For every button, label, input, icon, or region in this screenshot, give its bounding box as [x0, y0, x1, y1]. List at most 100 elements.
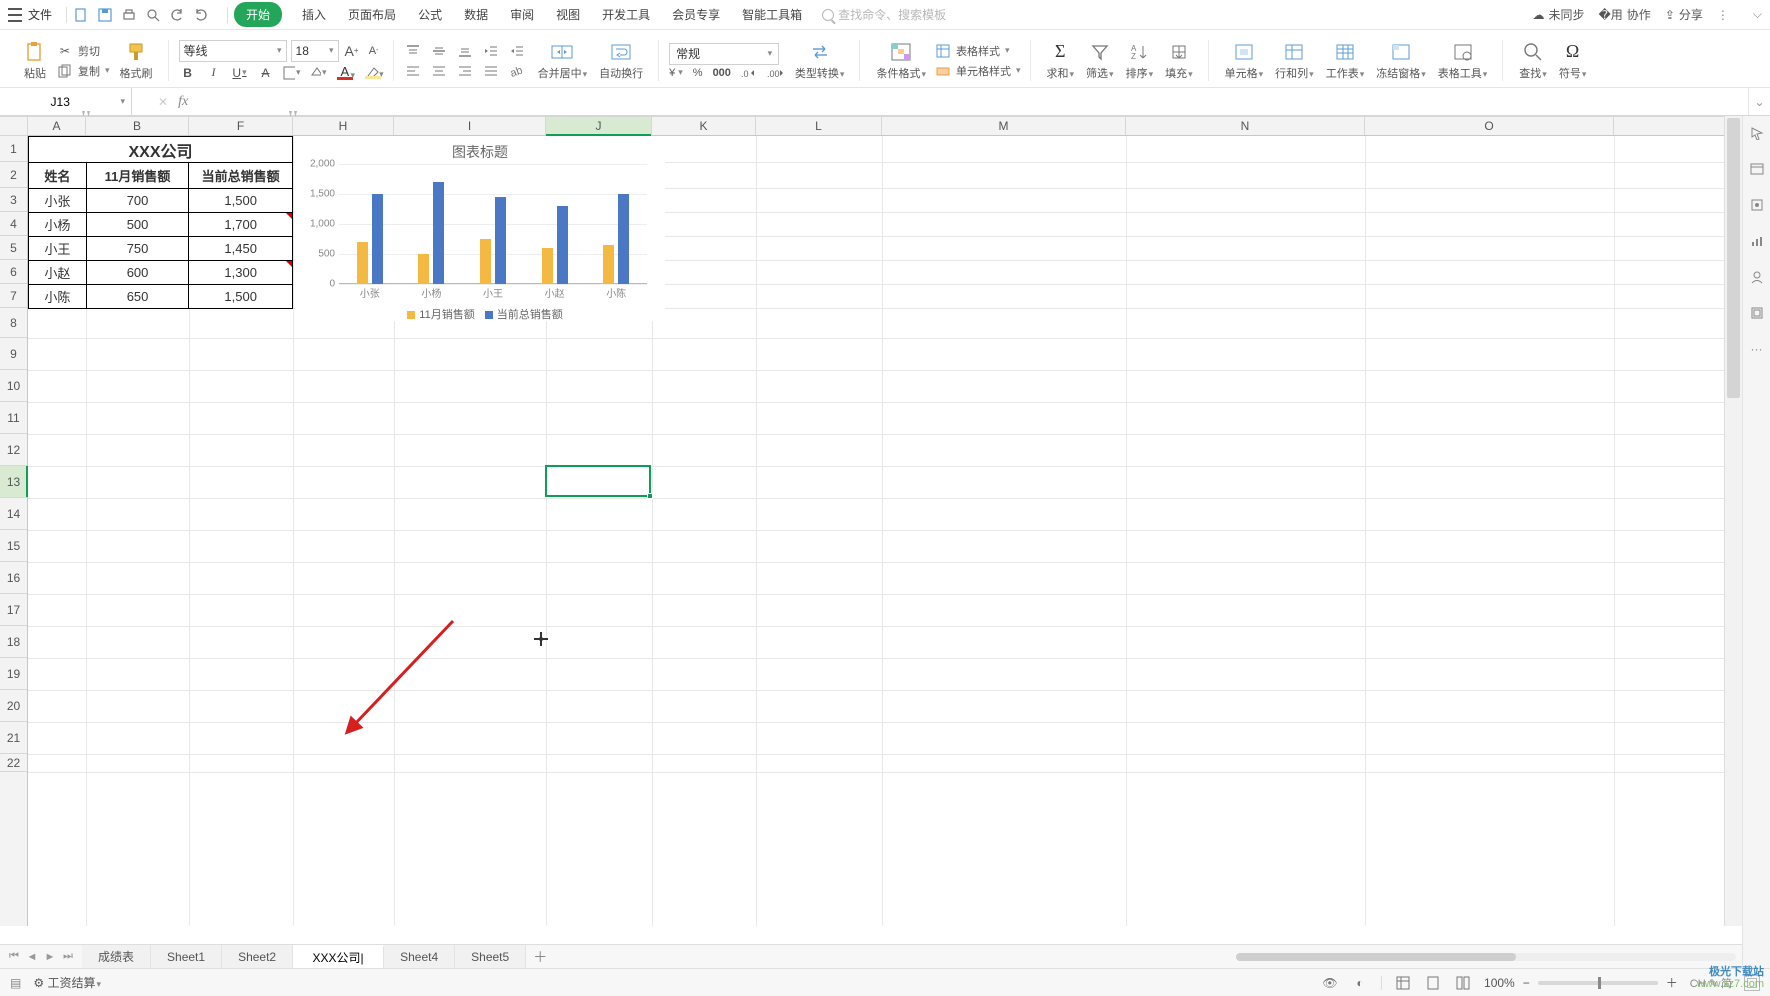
sheet-tab-5[interactable]: Sheet5: [455, 945, 526, 968]
rowcol-button[interactable]: 行和列▾: [1269, 39, 1320, 83]
ribbon-tab-9[interactable]: 智能工具箱: [740, 2, 804, 27]
file-menu[interactable]: 文件: [28, 6, 52, 23]
row-header-21[interactable]: 21: [0, 722, 27, 754]
save-icon[interactable]: [97, 7, 113, 23]
align-right-icon[interactable]: [456, 62, 474, 80]
col-header-F[interactable]: F: [189, 117, 293, 135]
ribbon-tab-0[interactable]: 开始: [234, 2, 282, 27]
underline-icon[interactable]: U▾: [231, 64, 249, 82]
print-preview-icon[interactable]: [145, 7, 161, 23]
ribbon-tab-8[interactable]: 会员专享: [670, 2, 722, 27]
row-header-2[interactable]: 2: [0, 162, 27, 188]
row-header-5[interactable]: 5: [0, 236, 27, 260]
col-header-L[interactable]: L: [756, 117, 882, 135]
col-header-O[interactable]: O: [1365, 117, 1614, 135]
increase-font-icon[interactable]: A+: [343, 42, 361, 60]
vscroll-thumb[interactable]: [1727, 118, 1740, 398]
italic-icon[interactable]: I: [205, 64, 223, 82]
row-header-22[interactable]: 22: [0, 754, 27, 772]
horizontal-scrollbar[interactable]: [554, 945, 1742, 968]
row-header-3[interactable]: 3: [0, 188, 27, 212]
comment-indicator-icon[interactable]: [286, 213, 292, 219]
normal-view-icon[interactable]: [1394, 974, 1412, 992]
freeze-button[interactable]: 冻结窗格▾: [1370, 39, 1432, 83]
row-header-17[interactable]: 17: [0, 594, 27, 626]
row-header-11[interactable]: 11: [0, 402, 27, 434]
sort-button[interactable]: AZ排序▾: [1120, 39, 1160, 83]
col-header-N[interactable]: N: [1126, 117, 1365, 135]
zoom-control[interactable]: 100% − ＋: [1484, 974, 1678, 991]
dark-mode-icon[interactable]: ◐: [1351, 974, 1369, 992]
align-center-icon[interactable]: [430, 62, 448, 80]
font-name-select[interactable]: 等线▾: [179, 40, 287, 62]
increase-indent-icon[interactable]: [508, 42, 526, 60]
align-left-icon[interactable]: [404, 62, 422, 80]
zoom-out-icon[interactable]: −: [1523, 976, 1530, 990]
row-header-18[interactable]: 18: [0, 626, 27, 658]
strikethrough-icon[interactable]: A: [257, 64, 275, 82]
chart-panel-icon[interactable]: [1748, 232, 1766, 250]
row-header-4[interactable]: 4: [0, 212, 27, 236]
search-panel-icon[interactable]: [1748, 160, 1766, 178]
align-top-icon[interactable]: [404, 42, 422, 60]
more-icon[interactable]: ⋮: [1717, 8, 1729, 22]
hscroll-thumb[interactable]: [1236, 953, 1516, 961]
active-cell-selection[interactable]: [545, 465, 651, 497]
decrease-font-icon[interactable]: A-: [365, 42, 383, 60]
row-header-12[interactable]: 12: [0, 434, 27, 466]
select-all-corner[interactable]: [0, 116, 28, 136]
sheet-tab-2[interactable]: Sheet2: [222, 945, 293, 968]
align-middle-icon[interactable]: [430, 42, 448, 60]
ribbon-tab-3[interactable]: 公式: [416, 2, 444, 27]
ribbon-tab-6[interactable]: 视图: [554, 2, 582, 27]
name-box-dropdown-icon[interactable]: ▾: [120, 96, 125, 107]
coop-button[interactable]: �用 协作: [1598, 6, 1650, 23]
col-header-M[interactable]: M: [882, 117, 1126, 135]
ribbon-tab-5[interactable]: 审阅: [508, 2, 536, 27]
row-header-16[interactable]: 16: [0, 562, 27, 594]
decrease-indent-icon[interactable]: [482, 42, 500, 60]
cell-button[interactable]: 单元格▾: [1219, 39, 1270, 83]
zoom-slider[interactable]: [1538, 981, 1658, 985]
name-box[interactable]: ▾: [0, 88, 132, 115]
review-panel-icon[interactable]: [1748, 268, 1766, 286]
format-painter-button[interactable]: 格式刷: [114, 39, 159, 83]
border-icon[interactable]: ▾: [283, 64, 301, 82]
pagebreak-view-icon[interactable]: [1454, 974, 1472, 992]
menu-icon[interactable]: [8, 8, 22, 22]
conditional-format-button[interactable]: 条件格式▾: [870, 39, 932, 83]
increase-decimal-icon[interactable]: .0: [741, 67, 757, 79]
sheet-first-icon[interactable]: ⏮: [6, 950, 22, 963]
vertical-scrollbar[interactable]: [1724, 116, 1742, 926]
sync-status[interactable]: ☁ 未同步: [1532, 6, 1584, 23]
column-headers[interactable]: ABFHIJKLMNO: [28, 116, 1770, 136]
table-style-button[interactable]: 表格样式▾: [934, 42, 1021, 60]
sheet-tab-0[interactable]: 成绩表: [82, 945, 151, 968]
align-bottom-icon[interactable]: [456, 42, 474, 60]
style-panel-icon[interactable]: [1748, 196, 1766, 214]
currency-icon[interactable]: ¥▾: [669, 67, 683, 79]
sheet-last-icon[interactable]: ⏭: [60, 950, 76, 963]
col-header-J[interactable]: J: [546, 117, 652, 135]
cell-style-button[interactable]: 单元格样式▾: [934, 62, 1021, 80]
sheet-tab-4[interactable]: Sheet4: [384, 945, 455, 968]
sheet-tab-3[interactable]: [293, 945, 384, 968]
table-tools-button[interactable]: 表格工具▾: [1432, 39, 1494, 83]
highlight-color-icon[interactable]: ▾: [363, 66, 384, 80]
merge-center-button[interactable]: 合并居中▾: [532, 39, 594, 83]
doc-recovery-icon[interactable]: ▤: [10, 976, 21, 990]
print-icon[interactable]: [121, 7, 137, 23]
comment-indicator-icon[interactable]: [286, 261, 292, 267]
col-header-B[interactable]: B: [86, 117, 189, 135]
row-header-7[interactable]: 7: [0, 284, 27, 308]
fill-color-icon[interactable]: ▾: [309, 64, 327, 82]
comma-icon[interactable]: 000: [713, 67, 731, 79]
command-search[interactable]: 查找命令、搜索模板: [822, 6, 946, 23]
col-header-I[interactable]: I: [394, 117, 546, 135]
sales-chart[interactable]: 图表标题05001,0001,5002,000小张小杨小王小赵小陈11月销售额当…: [295, 136, 665, 321]
row-header-13[interactable]: 13: [0, 466, 27, 498]
fill-button[interactable]: 填充▾: [1159, 39, 1199, 83]
settings-icon[interactable]: ···: [1748, 340, 1766, 358]
col-header-A[interactable]: A: [28, 117, 86, 135]
font-color-icon[interactable]: A▾: [335, 64, 356, 81]
